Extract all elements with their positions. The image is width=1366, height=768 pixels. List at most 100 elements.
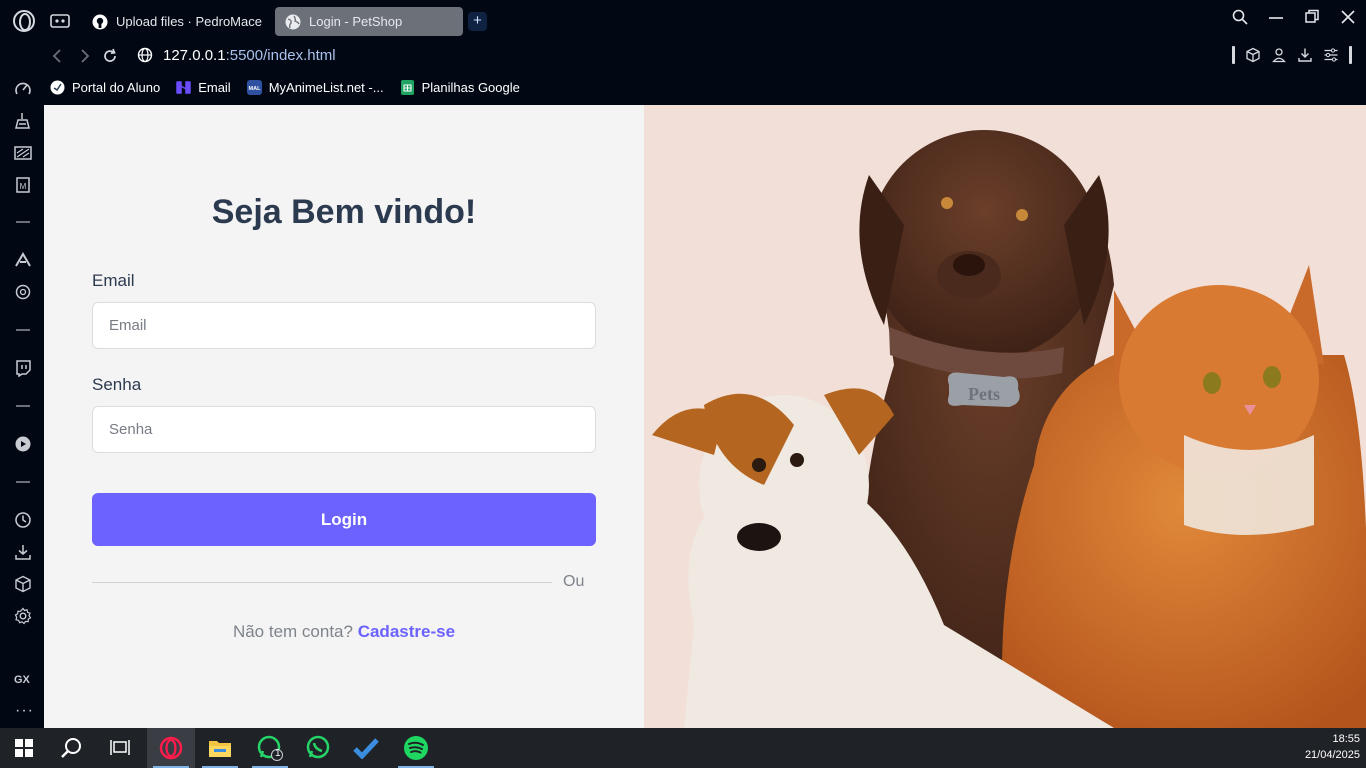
twitch-icon[interactable] — [14, 359, 32, 377]
search-icon[interactable] — [1222, 9, 1258, 30]
url-field[interactable]: 127.0.0.1:5500/index.html — [163, 47, 336, 64]
signup-link[interactable]: Cadastre-se — [358, 622, 455, 641]
toolbar-separator — [1349, 46, 1352, 64]
opera-sidebar: M GX ··· — [0, 70, 44, 728]
pets-illustration: Pets — [652, 130, 1366, 728]
or-divider-text: Ou — [563, 573, 585, 590]
taskbar-file-explorer[interactable] — [196, 728, 244, 768]
restore-icon[interactable] — [1294, 9, 1330, 30]
start-button[interactable] — [0, 728, 48, 768]
aria-ai-icon[interactable] — [14, 251, 32, 269]
windows-taskbar: 1 18:55 21/04/2025 — [0, 728, 1366, 768]
screen: Upload files · PedroMaced Login - PetSho… — [0, 0, 1366, 768]
bookmark-planilhas-google[interactable]: Planilhas Google — [400, 79, 520, 95]
bookmark-label: Portal do Aluno — [72, 79, 161, 95]
downloads-icon[interactable] — [14, 543, 32, 561]
bookmark-email[interactable]: Email — [176, 80, 231, 95]
bookmark-label: Email — [198, 79, 231, 95]
easy-setup-icon[interactable] — [1323, 47, 1339, 63]
github-icon — [92, 14, 108, 29]
email-app-icon — [176, 80, 191, 94]
download-icon[interactable] — [1297, 47, 1313, 63]
pets-tag-text: Pets — [968, 384, 1000, 404]
minimize-icon[interactable] — [1258, 9, 1294, 30]
svg-text:M: M — [20, 182, 27, 191]
taskbar-todo[interactable] — [342, 728, 390, 768]
sidebar-divider — [16, 481, 30, 483]
extensions-cube-icon[interactable] — [1245, 47, 1261, 63]
bookmark-label: MyAnimeList.net -... — [268, 79, 384, 95]
signup-prompt: Não tem conta? Cadastre-se — [44, 622, 644, 642]
tab-title: Upload files · PedroMaced — [116, 14, 262, 29]
opera-gx-icon — [159, 736, 183, 760]
more-options-icon[interactable]: ··· — [15, 702, 34, 720]
clock-time: 18:55 — [1332, 733, 1360, 745]
back-icon[interactable] — [50, 46, 64, 66]
speed-dial-icon[interactable] — [14, 80, 32, 98]
url-host: 127.0.0.1 — [163, 47, 226, 64]
bookmarks-bar: Portal do Aluno Email MAL MyAnimeList.ne… — [44, 72, 1366, 102]
sidebar-divider — [16, 329, 30, 331]
gx-cleaner-icon[interactable] — [14, 112, 32, 130]
profile-icon[interactable] — [1271, 47, 1287, 63]
folder-icon — [209, 741, 231, 757]
taskbar-clock[interactable]: 18:55 21/04/2025 — [1305, 731, 1360, 763]
site-info-icon[interactable] — [137, 47, 153, 63]
tab-bar: Upload files · PedroMaced Login - PetSho… — [0, 0, 1366, 42]
pets-tag: Pets — [947, 372, 1020, 407]
svg-text:MAL: MAL — [248, 86, 261, 92]
portal-aluno-icon — [50, 80, 65, 94]
sidebar-divider — [16, 405, 30, 407]
close-icon[interactable] — [1330, 9, 1366, 30]
taskbar-spotify[interactable] — [392, 728, 440, 768]
task-view-button[interactable] — [96, 728, 144, 768]
no-account-text: Não tem conta? — [232, 622, 353, 641]
taskbar-search[interactable] — [48, 728, 96, 768]
whatsapp-icon — [306, 735, 330, 759]
password-label: Senha — [92, 375, 142, 394]
gaming-controller-icon[interactable] — [50, 13, 70, 29]
myanimelist-icon: MAL — [246, 79, 262, 95]
new-tab-button[interactable]: + — [468, 12, 487, 31]
history-icon[interactable] — [14, 511, 32, 529]
notification-badge: 1 — [275, 748, 281, 759]
player-icon[interactable] — [14, 435, 32, 453]
checkmark-todo-icon — [353, 738, 379, 759]
opera-menu-icon[interactable] — [13, 10, 35, 32]
url-path: :5500/index.html — [225, 47, 336, 64]
webpage: Seja Bem vindo! Email Senha Login Ou Não… — [44, 105, 1366, 728]
chatgpt-icon[interactable] — [14, 283, 32, 301]
tab-login-petshop[interactable]: Login - PetShop — [275, 7, 463, 36]
extensions-icon[interactable] — [14, 575, 32, 593]
globe-icon — [285, 14, 301, 29]
reload-icon[interactable] — [102, 46, 118, 66]
window-controls — [1222, 0, 1366, 38]
gx-corner-label[interactable]: GX — [14, 674, 30, 686]
taskbar-opera-gx[interactable] — [147, 728, 195, 768]
bookmark-myanimelist[interactable]: MAL MyAnimeList.net -... — [246, 79, 384, 95]
email-field[interactable] — [92, 302, 596, 349]
bookmark-portal-do-aluno[interactable]: Portal do Aluno — [50, 80, 160, 95]
login-button[interactable]: Login — [92, 493, 596, 546]
login-panel: Seja Bem vindo! Email Senha Login Ou Não… — [44, 105, 644, 728]
settings-gear-icon[interactable] — [14, 607, 32, 625]
tab-title: Login - PetShop — [309, 14, 403, 29]
forward-icon[interactable] — [78, 46, 92, 66]
task-view-icon — [110, 740, 130, 755]
taskbar-whatsapp-1[interactable]: 1 — [246, 728, 294, 768]
windows-logo-icon — [15, 739, 33, 757]
email-label: Email — [92, 271, 135, 290]
search-icon — [61, 738, 81, 758]
tab-upload-files[interactable]: Upload files · PedroMaced — [82, 7, 262, 36]
clock-date: 21/04/2025 — [1304, 749, 1360, 761]
pets-photo: Pets — [644, 105, 1366, 728]
password-field[interactable] — [92, 406, 596, 453]
or-divider-line — [92, 582, 552, 583]
toolbar-right — [1232, 46, 1352, 64]
network-limiter-icon[interactable] — [14, 144, 32, 162]
taskbar-whatsapp-2[interactable] — [294, 728, 342, 768]
google-sheets-icon — [400, 79, 414, 95]
ram-limiter-icon[interactable]: M — [14, 176, 32, 194]
bookmark-label: Planilhas Google — [421, 79, 520, 95]
sidebar-divider — [16, 221, 30, 223]
